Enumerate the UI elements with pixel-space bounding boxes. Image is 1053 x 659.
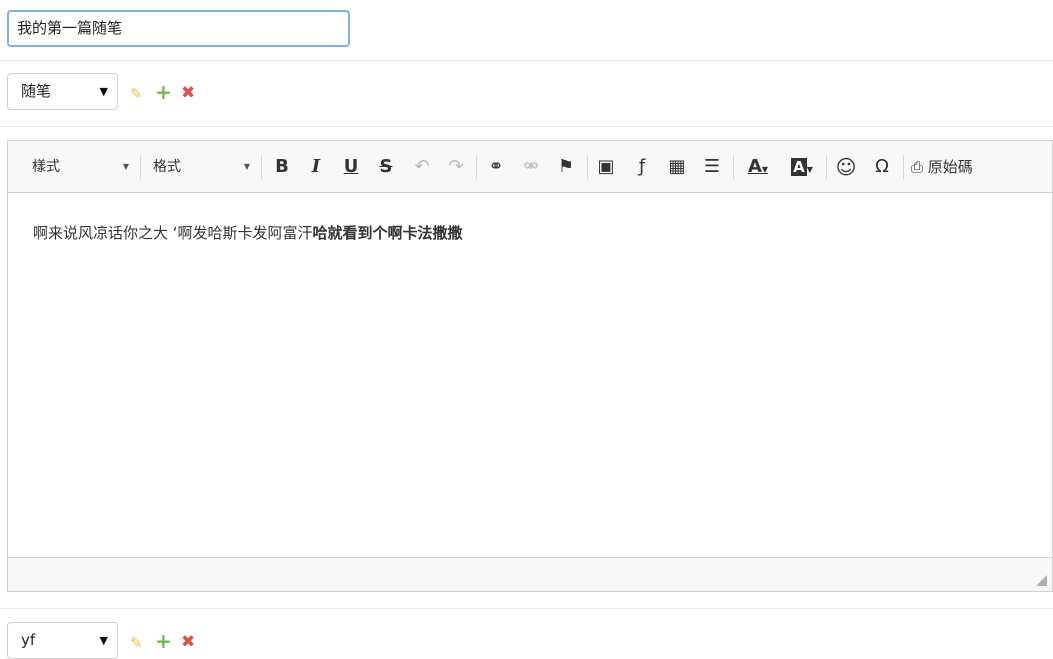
redo-icon[interactable]: ↷ <box>445 154 467 180</box>
content-normal-text: 啊来说风凉话你之大 ‘啊发哈斯卡发阿富汗 <box>33 224 313 242</box>
horizontal-rule-icon[interactable]: ☰ <box>700 154 724 180</box>
toolbar-separator <box>826 155 827 179</box>
add-tag-plus-icon[interactable]: + <box>155 631 172 651</box>
rich-text-editor: 樣式 ▼ 格式 ▼ B I U S ↶ ↷ ⚭ ⚮ ⚑ ▣ ƒ ▦ ☰ A▼ A… <box>7 140 1053 592</box>
styles-combo[interactable]: 樣式 ▼ <box>32 155 129 179</box>
format-label: 格式 <box>153 159 181 175</box>
delete-tag-x-icon[interactable]: ✖ <box>181 634 195 651</box>
styles-label: 樣式 <box>32 159 60 175</box>
source-code-icon: ⎙ <box>911 158 924 176</box>
format-combo[interactable]: 格式 ▼ <box>153 155 250 179</box>
text-color-label: A <box>747 156 762 177</box>
table-icon[interactable]: ▦ <box>665 154 689 180</box>
toolbar-separator <box>140 155 141 179</box>
bg-color-label: A <box>791 158 807 176</box>
flash-icon[interactable]: ƒ <box>630 154 654 180</box>
caret-down-icon: ▼ <box>122 162 129 171</box>
content-bold-text: 哈就看到个啊卡法撒撒 <box>312 224 463 242</box>
divider <box>0 60 1053 61</box>
editor-footer <box>8 557 1052 591</box>
tag-select[interactable]: yf ▼ <box>7 622 118 659</box>
source-label: 原始碼 <box>927 158 973 176</box>
toolbar-separator <box>903 155 904 179</box>
smiley-icon[interactable]: ☺ <box>834 154 858 180</box>
chevron-down-icon: ▼ <box>99 85 108 98</box>
anchor-flag-icon[interactable]: ⚑ <box>555 154 577 180</box>
underline-icon[interactable]: U <box>341 154 361 180</box>
tag-selected-value: yf <box>21 631 36 649</box>
category-selected-value: 随笔 <box>21 82 52 100</box>
link-icon[interactable]: ⚭ <box>484 154 508 180</box>
toolbar-separator <box>476 155 477 179</box>
chevron-down-icon: ▼ <box>99 634 108 647</box>
delete-category-x-icon[interactable]: ✖ <box>181 85 195 102</box>
caret-down-icon: ▼ <box>761 165 769 174</box>
editor-toolbar: 樣式 ▼ 格式 ▼ B I U S ↶ ↷ ⚭ ⚮ ⚑ ▣ ƒ ▦ ☰ A▼ A… <box>8 141 1052 193</box>
edit-tag-pencil-icon[interactable]: ✎ <box>130 635 143 651</box>
image-icon[interactable]: ▣ <box>594 154 618 180</box>
bold-icon[interactable]: B <box>272 154 292 180</box>
unlink-icon[interactable]: ⚮ <box>519 154 543 180</box>
toolbar-separator <box>587 155 588 179</box>
omega-special-char-icon[interactable]: Ω <box>870 154 894 180</box>
title-input[interactable]: 我的第一篇随笔 <box>7 10 350 47</box>
strikethrough-icon[interactable]: S <box>376 154 396 180</box>
text-color-icon[interactable]: A▼ <box>743 154 773 180</box>
source-button[interactable]: ⎙ 原始碼 <box>911 154 991 180</box>
divider <box>0 126 1053 127</box>
toolbar-separator <box>261 155 262 179</box>
caret-down-icon: ▼ <box>243 162 250 171</box>
italic-icon[interactable]: I <box>306 154 326 180</box>
caret-down-icon: ▼ <box>806 165 813 174</box>
add-category-plus-icon[interactable]: + <box>155 82 172 102</box>
undo-icon[interactable]: ↶ <box>411 154 433 180</box>
resize-handle-icon[interactable] <box>1036 575 1047 586</box>
edit-category-pencil-icon[interactable]: ✎ <box>130 86 143 102</box>
editor-content[interactable]: 啊来说风凉话你之大 ‘啊发哈斯卡发阿富汗哈就看到个啊卡法撒撒 <box>8 194 1052 557</box>
toolbar-separator <box>733 155 734 179</box>
divider <box>0 608 1053 609</box>
category-select[interactable]: 随笔 ▼ <box>7 73 118 110</box>
background-color-icon[interactable]: A ▼ <box>787 154 817 180</box>
